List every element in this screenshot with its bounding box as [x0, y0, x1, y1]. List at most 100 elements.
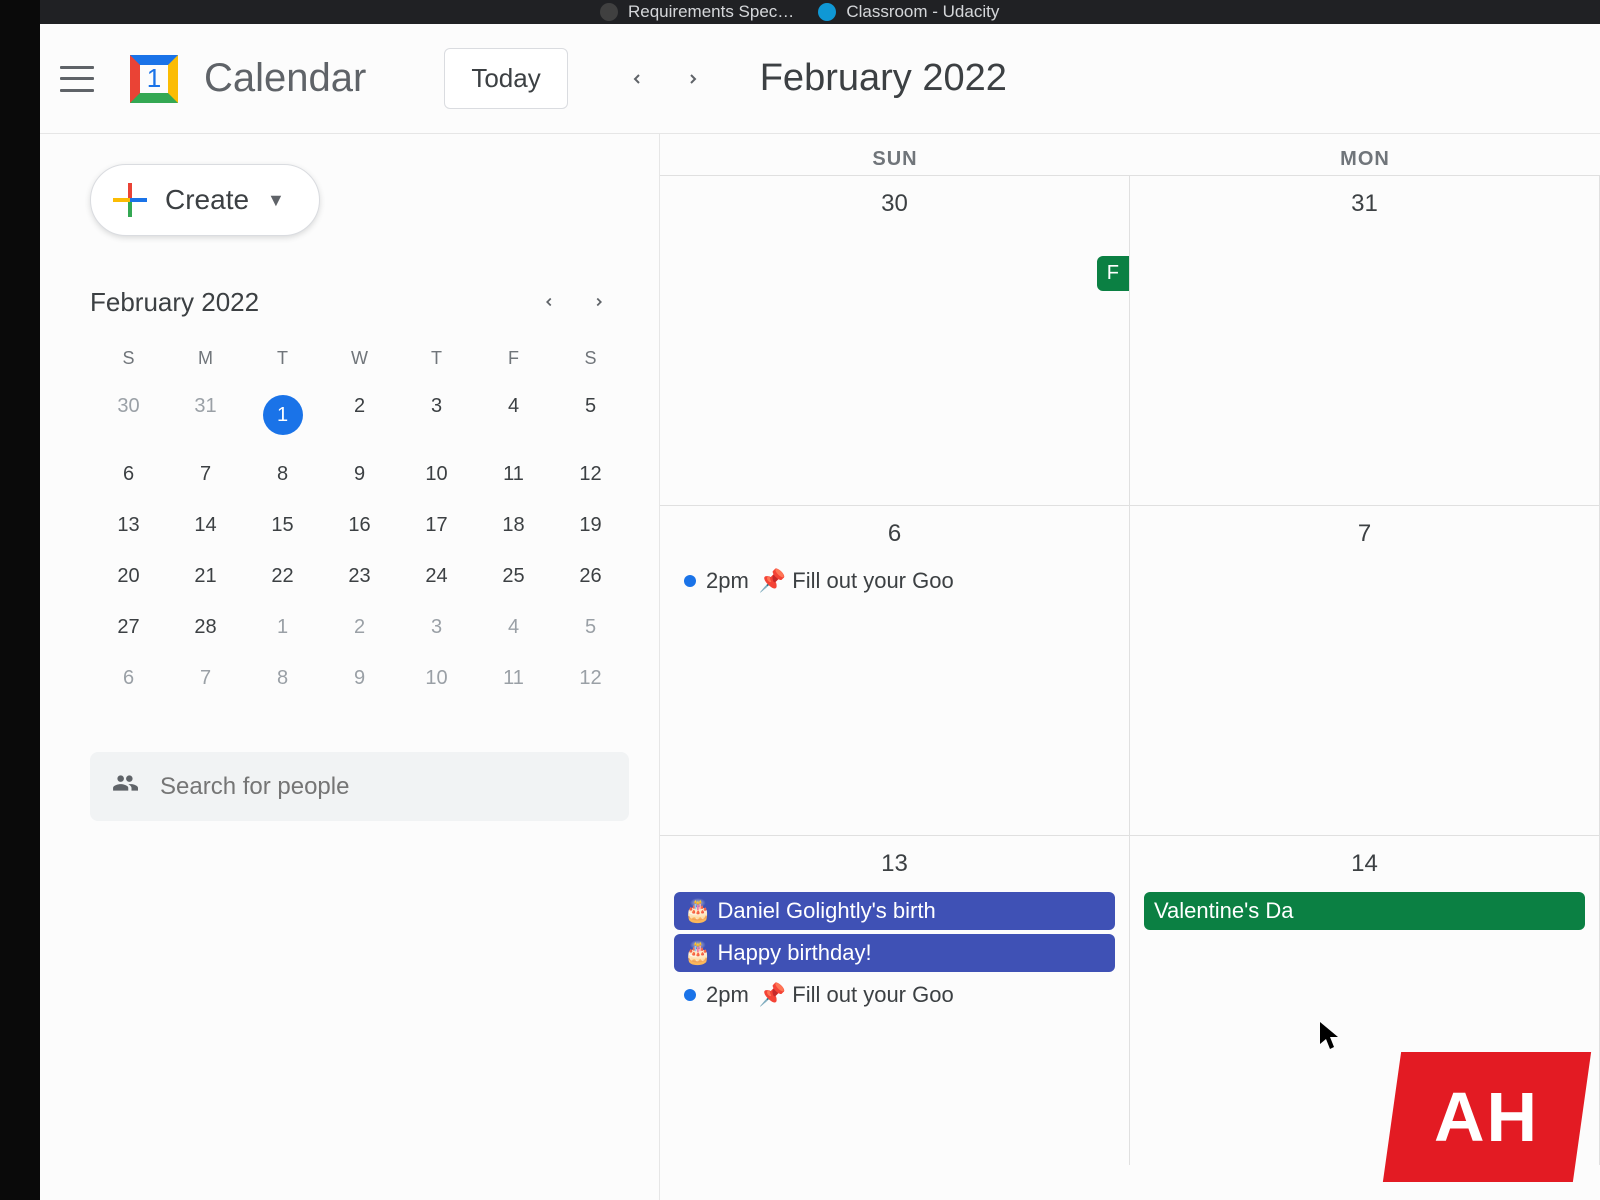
- mini-day-cell[interactable]: 5: [552, 381, 629, 449]
- day-number: 7: [1138, 514, 1591, 558]
- mini-day-cell[interactable]: 10: [398, 449, 475, 500]
- mini-day-cell[interactable]: 3: [398, 602, 475, 653]
- mini-day-cell[interactable]: 15: [244, 500, 321, 551]
- main-menu-icon[interactable]: [60, 66, 94, 92]
- tab-label: Requirements Spec…: [628, 2, 794, 22]
- calendar-event[interactable]: 🎂 Happy birthday!: [674, 934, 1115, 972]
- calendar-event[interactable]: 🎂 Daniel Golightly's birth: [674, 892, 1115, 930]
- create-button[interactable]: Create ▼: [90, 164, 320, 236]
- mini-day-cell[interactable]: 6: [90, 653, 167, 704]
- day-cell[interactable]: 6 2pm 📌 Fill out your Goo: [660, 506, 1130, 835]
- sidebar: Create ▼ February 2022 SMTWTFS3031123: [40, 134, 660, 1200]
- mini-calendar-title: February 2022: [90, 287, 259, 318]
- plus-icon: [113, 183, 147, 217]
- month-grid: SUNMON 30F3162pm 📌 Fill out your Goo713🎂…: [660, 134, 1600, 1200]
- mini-dow-label: F: [475, 336, 552, 381]
- search-people-input[interactable]: [160, 773, 607, 801]
- mini-day-cell[interactable]: 6: [90, 449, 167, 500]
- logo-day-number: 1: [122, 47, 186, 111]
- mini-day-cell[interactable]: 28: [167, 602, 244, 653]
- mini-day-cell[interactable]: 22: [244, 551, 321, 602]
- mini-dow-label: T: [244, 336, 321, 381]
- overflow-event-chip[interactable]: F: [1097, 256, 1129, 291]
- mini-dow-label: S: [90, 336, 167, 381]
- mini-day-cell[interactable]: 18: [475, 500, 552, 551]
- mini-day-cell[interactable]: 23: [321, 551, 398, 602]
- mini-day-cell[interactable]: 4: [475, 381, 552, 449]
- mini-dow-label: W: [321, 336, 398, 381]
- mini-day-cell[interactable]: 8: [244, 449, 321, 500]
- mini-next-month-button[interactable]: [579, 282, 619, 322]
- mini-day-cell[interactable]: 14: [167, 500, 244, 551]
- mini-day-cell[interactable]: 30: [90, 381, 167, 449]
- mini-day-cell[interactable]: 25: [475, 551, 552, 602]
- mini-day-cell[interactable]: 20: [90, 551, 167, 602]
- next-period-button[interactable]: [670, 56, 716, 102]
- mini-day-cell[interactable]: 7: [167, 653, 244, 704]
- search-people-field[interactable]: [90, 752, 629, 821]
- event-dot-icon: [684, 989, 696, 1001]
- tab-favicon: [818, 3, 836, 21]
- calendar-event[interactable]: 2pm 📌 Fill out your Goo: [674, 976, 1115, 1014]
- event-title: 🎂 Happy birthday!: [684, 940, 872, 966]
- today-button[interactable]: Today: [444, 48, 567, 109]
- calendar-event[interactable]: 2pm 📌 Fill out your Goo: [674, 562, 1115, 600]
- mini-day-cell[interactable]: 8: [244, 653, 321, 704]
- mini-day-cell[interactable]: 11: [475, 449, 552, 500]
- mini-dow-label: S: [552, 336, 629, 381]
- app-header: 1 Calendar Today February 2022: [40, 24, 1600, 134]
- mini-day-cell[interactable]: 2: [321, 381, 398, 449]
- mini-day-cell[interactable]: 16: [321, 500, 398, 551]
- browser-tabstrip: Requirements Spec… Classroom - Udacity: [40, 0, 1600, 24]
- mini-day-cell[interactable]: 3: [398, 381, 475, 449]
- event-title: 🎂 Daniel Golightly's birth: [684, 898, 936, 924]
- mini-day-cell[interactable]: 4: [475, 602, 552, 653]
- mini-day-cell[interactable]: 2: [321, 602, 398, 653]
- event-dot-icon: [684, 575, 696, 587]
- mini-day-cell[interactable]: 9: [321, 653, 398, 704]
- mini-day-cell[interactable]: 1: [244, 602, 321, 653]
- mini-day-cell[interactable]: 19: [552, 500, 629, 551]
- mini-day-cell[interactable]: 26: [552, 551, 629, 602]
- mini-dow-label: T: [398, 336, 475, 381]
- event-title: 📌 Fill out your Goo: [759, 568, 954, 594]
- mouse-cursor-icon: [1320, 1022, 1340, 1050]
- watermark-text: AH: [1434, 1077, 1539, 1157]
- watermark-badge: AH: [1383, 1052, 1591, 1182]
- mini-day-cell[interactable]: 1: [244, 381, 321, 449]
- mini-prev-month-button[interactable]: [529, 282, 569, 322]
- browser-tab[interactable]: Classroom - Udacity: [818, 2, 999, 22]
- create-label: Create: [165, 184, 249, 216]
- tab-label: Classroom - Udacity: [846, 2, 999, 22]
- day-cell[interactable]: 30 F: [660, 176, 1130, 505]
- event-time: 2pm: [706, 568, 749, 594]
- mini-day-cell[interactable]: 31: [167, 381, 244, 449]
- browser-tab[interactable]: Requirements Spec…: [600, 2, 794, 22]
- day-cell[interactable]: 13🎂 Daniel Golightly's birth🎂 Happy birt…: [660, 836, 1130, 1165]
- mini-day-cell[interactable]: 21: [167, 551, 244, 602]
- calendar-logo: 1: [122, 47, 186, 111]
- day-number: 30: [668, 184, 1121, 228]
- mini-dow-label: M: [167, 336, 244, 381]
- day-number: 14: [1138, 844, 1591, 888]
- calendar-event[interactable]: Valentine's Da: [1144, 892, 1585, 930]
- mini-day-cell[interactable]: 27: [90, 602, 167, 653]
- tab-favicon: [600, 3, 618, 21]
- prev-period-button[interactable]: [614, 56, 660, 102]
- mini-day-cell[interactable]: 11: [475, 653, 552, 704]
- mini-day-cell[interactable]: 7: [167, 449, 244, 500]
- mini-day-cell[interactable]: 12: [552, 653, 629, 704]
- day-number: 6: [668, 514, 1121, 558]
- day-number: 31: [1138, 184, 1591, 228]
- mini-day-cell[interactable]: 24: [398, 551, 475, 602]
- mini-day-cell[interactable]: 12: [552, 449, 629, 500]
- mini-day-cell[interactable]: 10: [398, 653, 475, 704]
- grid-dow-label: MON: [1130, 134, 1600, 175]
- day-cell[interactable]: 7: [1130, 506, 1600, 835]
- mini-day-cell[interactable]: 17: [398, 500, 475, 551]
- mini-day-cell[interactable]: 9: [321, 449, 398, 500]
- mini-day-cell[interactable]: 5: [552, 602, 629, 653]
- current-period-label: February 2022: [760, 57, 1007, 100]
- day-cell[interactable]: 31: [1130, 176, 1600, 505]
- mini-day-cell[interactable]: 13: [90, 500, 167, 551]
